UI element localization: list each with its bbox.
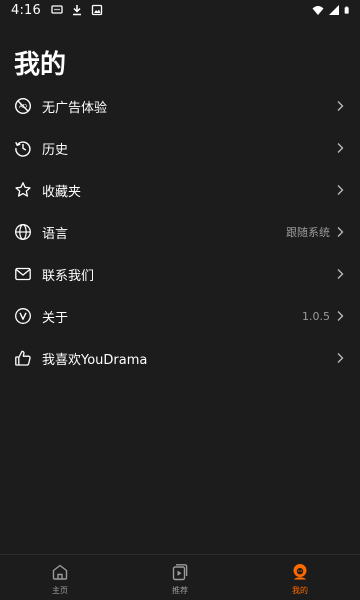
- menu-label: 收藏夹: [42, 184, 82, 200]
- chevron-right-icon: [337, 101, 344, 111]
- status-bar: 4:16: [0, 0, 360, 20]
- menu-item-about[interactable]: 关于 1.0.5: [0, 295, 360, 337]
- globe-icon: [14, 223, 32, 241]
- star-icon: [14, 181, 32, 199]
- history-icon: [14, 139, 32, 157]
- bottom-nav: 主页 推荐 我的: [0, 554, 360, 600]
- menu-item-history[interactable]: 历史: [0, 127, 360, 169]
- tab-label: 我的: [292, 585, 308, 595]
- status-time: 4:16: [11, 2, 41, 18]
- video-cards-icon: [170, 562, 190, 582]
- chevron-right-icon: [337, 227, 344, 237]
- menu-item-like[interactable]: 我喜欢YouDrama: [0, 337, 360, 379]
- download-icon: [73, 5, 81, 16]
- tab-home[interactable]: 主页: [0, 555, 120, 600]
- no-ads-icon: AD: [14, 97, 32, 115]
- settings-menu: AD 无广告体验 历史 收藏夹 语言 跟随系统 联系我们 关于 1.0.5 我喜…: [0, 85, 360, 379]
- tab-label: 主页: [52, 585, 68, 595]
- profile-icon: [290, 562, 310, 582]
- chevron-right-icon: [337, 311, 344, 321]
- home-icon: [50, 562, 70, 582]
- menu-label: 我喜欢YouDrama: [42, 352, 148, 368]
- svg-text:AD: AD: [19, 104, 27, 110]
- status-icons-right: [312, 4, 352, 16]
- tab-mine[interactable]: 我的: [240, 555, 360, 600]
- tab-recommend[interactable]: 推荐: [120, 555, 240, 600]
- battery-icon: [344, 6, 349, 14]
- menu-item-contact[interactable]: 联系我们: [0, 253, 360, 295]
- mail-icon: [14, 265, 32, 283]
- thumbs-up-icon: [14, 349, 32, 367]
- menu-item-no-ads[interactable]: AD 无广告体验: [0, 85, 360, 127]
- message-icon: [51, 5, 63, 14]
- menu-item-favorites[interactable]: 收藏夹: [0, 169, 360, 211]
- menu-label: 历史: [42, 142, 69, 158]
- menu-label: 语言: [42, 226, 69, 242]
- menu-item-language[interactable]: 语言 跟随系统: [0, 211, 360, 253]
- chevron-right-icon: [337, 143, 344, 153]
- chevron-right-icon: [337, 269, 344, 279]
- menu-label: 联系我们: [42, 268, 95, 284]
- chevron-right-icon: [337, 185, 344, 195]
- language-value: 跟随系统: [286, 226, 330, 239]
- wifi-icon: [312, 6, 324, 15]
- chevron-right-icon: [337, 353, 344, 363]
- menu-label: 关于: [42, 310, 69, 326]
- page-title: 我的: [14, 50, 67, 80]
- version-value: 1.0.5: [302, 309, 330, 323]
- menu-label: 无广告体验: [42, 100, 108, 116]
- image-icon: [91, 4, 103, 16]
- version-icon: [14, 307, 32, 325]
- signal-icon: [329, 5, 339, 15]
- status-icons-left: [51, 4, 103, 16]
- tab-label: 推荐: [172, 585, 188, 595]
